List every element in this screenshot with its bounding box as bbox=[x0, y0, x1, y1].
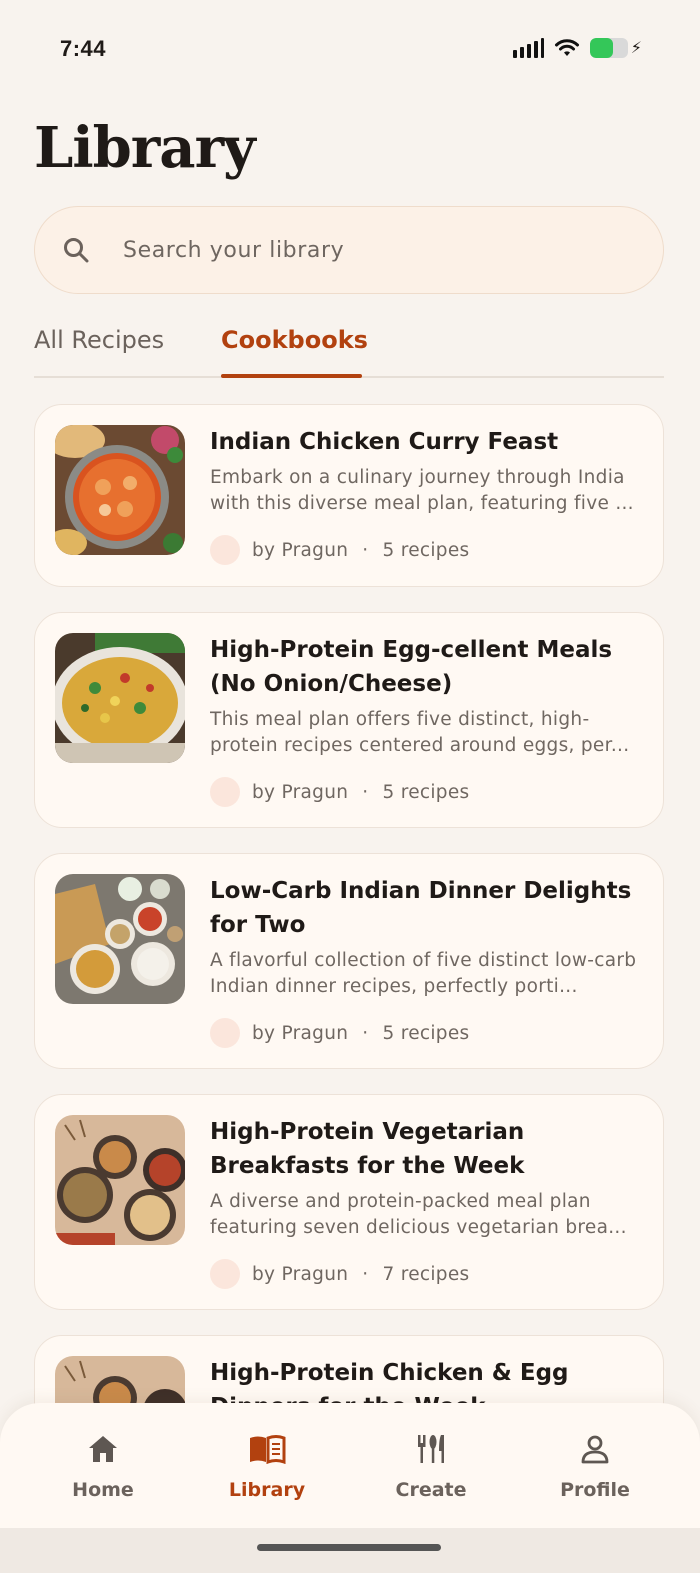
nav-label: Library bbox=[228, 1479, 306, 1501]
nav-profile[interactable]: Profile bbox=[530, 1431, 660, 1501]
home-icon bbox=[38, 1431, 168, 1467]
separator-dot: · bbox=[362, 781, 369, 803]
home-indicator[interactable] bbox=[257, 1544, 441, 1551]
tab-cookbooks[interactable]: Cookbooks bbox=[221, 326, 368, 354]
cookbook-meta: by Pragun · 5 recipes bbox=[210, 777, 650, 807]
cookbook-recipe-count: 5 recipes bbox=[382, 539, 470, 561]
cookbook-description: A diverse and protein-packed meal plan f… bbox=[210, 1191, 627, 1238]
cookbook-author: by Pragun bbox=[252, 781, 349, 803]
cookbook-thumbnail bbox=[55, 425, 185, 555]
book-icon bbox=[202, 1431, 332, 1467]
cookbook-recipe-count: 5 recipes bbox=[382, 1022, 470, 1044]
avatar bbox=[210, 777, 240, 807]
battery-icon: ⚡ bbox=[589, 38, 642, 58]
avatar bbox=[210, 1259, 240, 1289]
status-time: 7:44 bbox=[60, 36, 107, 61]
cookbook-meta: by Pragun · 5 recipes bbox=[210, 1018, 650, 1048]
active-tab-indicator bbox=[221, 374, 362, 378]
page-title: Library bbox=[34, 115, 256, 181]
avatar bbox=[210, 535, 240, 565]
cookbook-recipe-count: 7 recipes bbox=[382, 1263, 470, 1285]
cookbook-card[interactable]: High-Protein Vegetarian Breakfasts for t… bbox=[34, 1094, 664, 1310]
cookbook-recipe-count: 5 recipes bbox=[382, 781, 470, 803]
utensils-icon bbox=[366, 1431, 496, 1467]
wifi-icon bbox=[554, 39, 579, 56]
cookbook-author: by Pragun bbox=[252, 1263, 349, 1285]
separator-dot: · bbox=[362, 1263, 369, 1285]
search-icon bbox=[61, 235, 91, 265]
status-bar: 7:44 ⚡ bbox=[0, 0, 700, 100]
cookbook-description: This meal plan offers five distinct, hig… bbox=[210, 709, 630, 756]
cookbook-card[interactable]: Low-Carb Indian Dinner Delights for Two … bbox=[34, 853, 664, 1069]
search-bar[interactable] bbox=[34, 206, 664, 294]
cookbook-title: Low-Carb Indian Dinner Delights for Two bbox=[210, 878, 632, 938]
cookbook-list[interactable]: Indian Chicken Curry Feast Embark on a c… bbox=[34, 404, 664, 1404]
status-icons: ⚡ bbox=[512, 38, 642, 58]
cookbook-card[interactable]: High-Protein Chicken & Egg Dinners for t… bbox=[34, 1335, 664, 1404]
search-input[interactable] bbox=[123, 237, 603, 263]
cookbook-title: Indian Chicken Curry Feast bbox=[210, 429, 559, 455]
nav-home[interactable]: Home bbox=[38, 1431, 168, 1501]
library-tabs: All Recipes Cookbooks bbox=[34, 320, 664, 378]
nav-create[interactable]: Create bbox=[366, 1431, 496, 1501]
nav-label: Create bbox=[395, 1479, 467, 1501]
cookbook-author: by Pragun bbox=[252, 1022, 349, 1044]
cookbook-card[interactable]: Indian Chicken Curry Feast Embark on a c… bbox=[34, 404, 664, 587]
cookbook-description: Embark on a culinary journey through Ind… bbox=[210, 467, 634, 514]
bottom-navigation: Home Library Create Profile bbox=[0, 1403, 700, 1528]
nav-label: Profile bbox=[560, 1479, 630, 1501]
nav-label: Home bbox=[72, 1479, 134, 1501]
separator-dot: · bbox=[362, 539, 369, 561]
cookbook-card[interactable]: High-Protein Egg-cellent Meals (No Onion… bbox=[34, 612, 664, 828]
tab-all-recipes[interactable]: All Recipes bbox=[34, 326, 164, 354]
cookbook-title: High-Protein Chicken & Egg Dinners for t… bbox=[210, 1360, 569, 1404]
cookbook-thumbnail bbox=[55, 1356, 185, 1404]
separator-dot: · bbox=[362, 1022, 369, 1044]
cellular-signal-icon bbox=[512, 38, 544, 58]
cookbook-title: High-Protein Vegetarian Breakfasts for t… bbox=[210, 1119, 525, 1179]
cookbook-thumbnail bbox=[55, 1115, 185, 1245]
cookbook-thumbnail bbox=[55, 633, 185, 763]
cookbook-description: A flavorful collection of five distinct … bbox=[210, 950, 637, 997]
cookbook-thumbnail bbox=[55, 874, 185, 1004]
nav-library[interactable]: Library bbox=[202, 1431, 332, 1501]
cookbook-meta: by Pragun · 5 recipes bbox=[210, 535, 650, 565]
cookbook-title: High-Protein Egg-cellent Meals (No Onion… bbox=[210, 637, 613, 697]
avatar bbox=[210, 1018, 240, 1048]
person-icon bbox=[530, 1431, 660, 1467]
cookbook-meta: by Pragun · 7 recipes bbox=[210, 1259, 650, 1289]
cookbook-author: by Pragun bbox=[252, 539, 349, 561]
